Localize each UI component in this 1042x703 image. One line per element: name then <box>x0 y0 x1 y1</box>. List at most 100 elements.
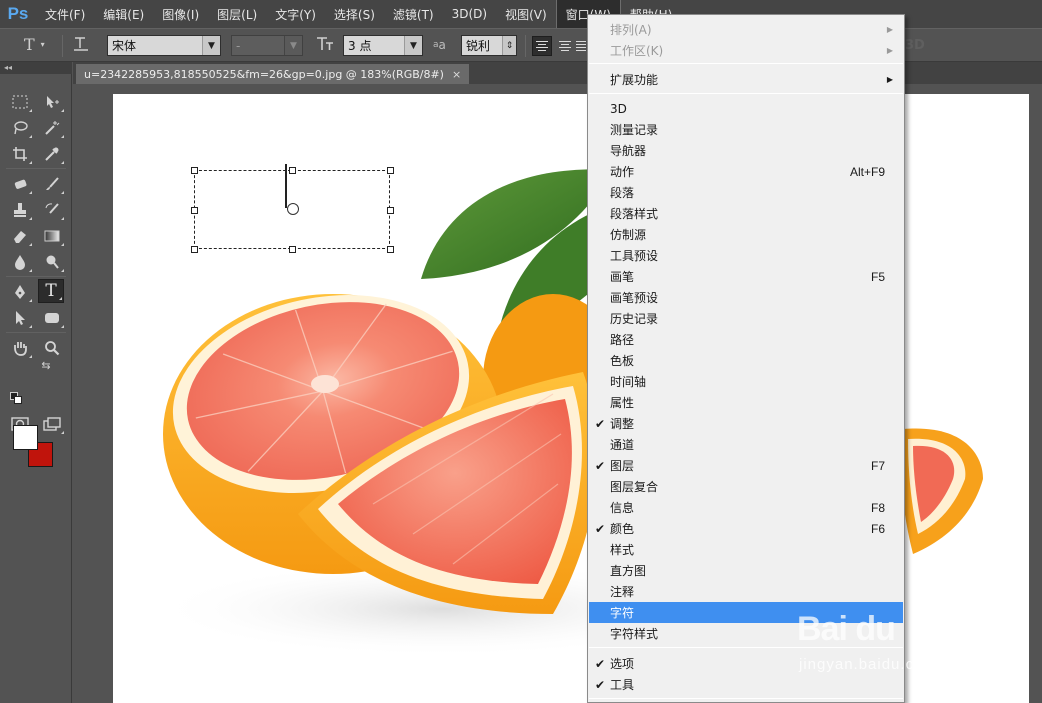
font-family-select[interactable]: 宋体 ▼ <box>107 35 221 56</box>
menu-item-channels[interactable]: 通道 <box>589 434 903 455</box>
crop-tool-icon[interactable] <box>7 142 33 166</box>
dodge-tool-icon[interactable] <box>39 250 65 274</box>
menu-item-workspace[interactable]: 工作区(K) ▶ <box>589 40 903 61</box>
resize-handle[interactable] <box>289 167 296 174</box>
resize-handle[interactable] <box>289 246 296 253</box>
menu-item-adjustments[interactable]: ✔ 调整 <box>589 413 903 434</box>
menu-3d[interactable]: 3D(D) <box>443 0 496 28</box>
menu-separator <box>589 93 903 94</box>
menu-item-tool-presets[interactable]: 工具预设 <box>589 245 903 266</box>
menu-item-measurement-log[interactable]: 测量记录 <box>589 119 903 140</box>
menu-item-brush-presets[interactable]: 画笔预设 <box>589 287 903 308</box>
divider <box>525 35 526 57</box>
type-tool-icon[interactable]: T <box>38 279 64 303</box>
healing-brush-icon[interactable] <box>7 172 33 196</box>
align-center-button[interactable] <box>555 36 575 56</box>
gradient-tool-icon[interactable] <box>39 224 65 248</box>
menu-item-paragraph-styles[interactable]: 段落样式 <box>589 203 903 224</box>
checkmark-icon: ✔ <box>594 677 606 692</box>
antialias-select[interactable]: 锐利 ⇕ <box>461 35 517 56</box>
eyedropper-icon[interactable] <box>39 142 65 166</box>
menu-item-clone-source[interactable]: 仿制源 <box>589 224 903 245</box>
menu-image[interactable]: 图像(I) <box>153 0 208 28</box>
menu-item-properties[interactable]: 属性 <box>589 392 903 413</box>
chevron-updown-icon: ⇕ <box>502 36 516 55</box>
history-brush-icon[interactable] <box>39 198 65 222</box>
menu-item-histogram[interactable]: 直方图 <box>589 560 903 581</box>
menu-item-character-styles[interactable]: 字符样式 <box>589 623 903 644</box>
menu-file[interactable]: 文件(F) <box>36 0 94 28</box>
pen-tool-icon[interactable] <box>7 280 33 304</box>
eraser-tool-icon[interactable] <box>7 224 33 248</box>
document-tab[interactable]: u=2342285953,818550525&fm=26&gp=0.jpg @ … <box>76 64 470 84</box>
menu-item-actions[interactable]: 动作 Alt+F9 <box>589 161 903 182</box>
swap-colors-icon[interactable]: ⇆ <box>38 358 54 372</box>
submenu-arrow-icon: ▶ <box>886 46 893 55</box>
path-selection-icon[interactable] <box>7 306 33 330</box>
font-size-select[interactable]: 3 点 ▼ <box>343 35 423 56</box>
lasso-tool-icon[interactable] <box>7 116 33 140</box>
divider <box>6 168 66 169</box>
menu-item-notes[interactable]: 注释 <box>589 581 903 602</box>
default-colors-icon[interactable] <box>9 391 23 405</box>
menu-item-options[interactable]: ✔ 选项 <box>589 653 903 674</box>
resize-handle[interactable] <box>191 246 198 253</box>
align-left-button[interactable] <box>532 36 552 56</box>
menu-item-info[interactable]: 信息 F8 <box>589 497 903 518</box>
menu-item-character[interactable]: 字符 <box>589 602 903 623</box>
brush-tool-icon[interactable] <box>39 172 65 196</box>
divider <box>62 35 63 57</box>
marquee-tool-icon[interactable] <box>7 90 33 114</box>
menu-item-history[interactable]: 历史记录 <box>589 308 903 329</box>
menu-item-swatches[interactable]: 色板 <box>589 350 903 371</box>
move-tool-icon[interactable] <box>39 90 65 114</box>
menu-item-timeline[interactable]: 时间轴 <box>589 371 903 392</box>
menu-separator <box>589 698 903 699</box>
clone-stamp-icon[interactable] <box>7 198 33 222</box>
menu-item-3d[interactable]: 3D <box>589 98 903 119</box>
checkmark-icon: ✔ <box>594 458 606 473</box>
antialias-icon: aa <box>433 38 446 52</box>
foreground-color-swatch[interactable] <box>13 425 38 450</box>
menu-item-styles[interactable]: 样式 <box>589 539 903 560</box>
screen-mode-icon[interactable] <box>39 412 65 436</box>
font-style-select[interactable]: - ▼ <box>231 35 303 56</box>
menu-layer[interactable]: 图层(L) <box>208 0 266 28</box>
menu-separator <box>589 63 903 64</box>
menu-view[interactable]: 视图(V) <box>496 0 556 28</box>
magic-wand-icon[interactable] <box>39 116 65 140</box>
menu-item-arrange[interactable]: 排列(A) ▶ <box>589 19 903 40</box>
menu-item-layer-comps[interactable]: 图层复合 <box>589 476 903 497</box>
zoom-tool-icon[interactable] <box>39 336 65 360</box>
menu-item-layers[interactable]: ✔ 图层 F7 <box>589 455 903 476</box>
submenu-arrow-icon: ▶ <box>886 75 893 84</box>
align-right-button[interactable] <box>576 36 586 56</box>
menu-separator <box>589 647 903 648</box>
shape-tool-icon[interactable] <box>39 306 65 330</box>
menu-item-tools[interactable]: ✔ 工具 <box>589 674 903 695</box>
hand-tool-icon[interactable] <box>7 336 33 360</box>
toolbox-collapse-icon[interactable]: ◂◂ <box>0 62 72 74</box>
text-cursor <box>285 164 287 208</box>
menu-edit[interactable]: 编辑(E) <box>94 0 153 28</box>
menu-item-extensions[interactable]: 扩展功能 ▶ <box>589 69 903 90</box>
resize-handle[interactable] <box>387 207 394 214</box>
menu-select[interactable]: 选择(S) <box>325 0 384 28</box>
menu-item-paths[interactable]: 路径 <box>589 329 903 350</box>
resize-handle[interactable] <box>191 207 198 214</box>
resize-handle[interactable] <box>387 167 394 174</box>
menu-type[interactable]: 文字(Y) <box>266 0 325 28</box>
menu-item-color[interactable]: ✔ 颜色 F6 <box>589 518 903 539</box>
menu-item-brush[interactable]: 画笔 F5 <box>589 266 903 287</box>
menu-filter[interactable]: 滤镜(T) <box>384 0 443 28</box>
menu-item-navigator[interactable]: 导航器 <box>589 140 903 161</box>
blur-tool-icon[interactable] <box>7 250 33 274</box>
text-tool-icon[interactable]: T ▾ <box>24 35 45 54</box>
resize-handle[interactable] <box>191 167 198 174</box>
menu-item-paragraph[interactable]: 段落 <box>589 182 903 203</box>
3d-button[interactable]: 3D <box>905 38 925 53</box>
text-orientation-icon[interactable] <box>72 35 90 53</box>
resize-handle[interactable] <box>387 246 394 253</box>
font-size-value: 3 点 <box>348 39 372 53</box>
close-icon[interactable]: × <box>452 68 461 81</box>
